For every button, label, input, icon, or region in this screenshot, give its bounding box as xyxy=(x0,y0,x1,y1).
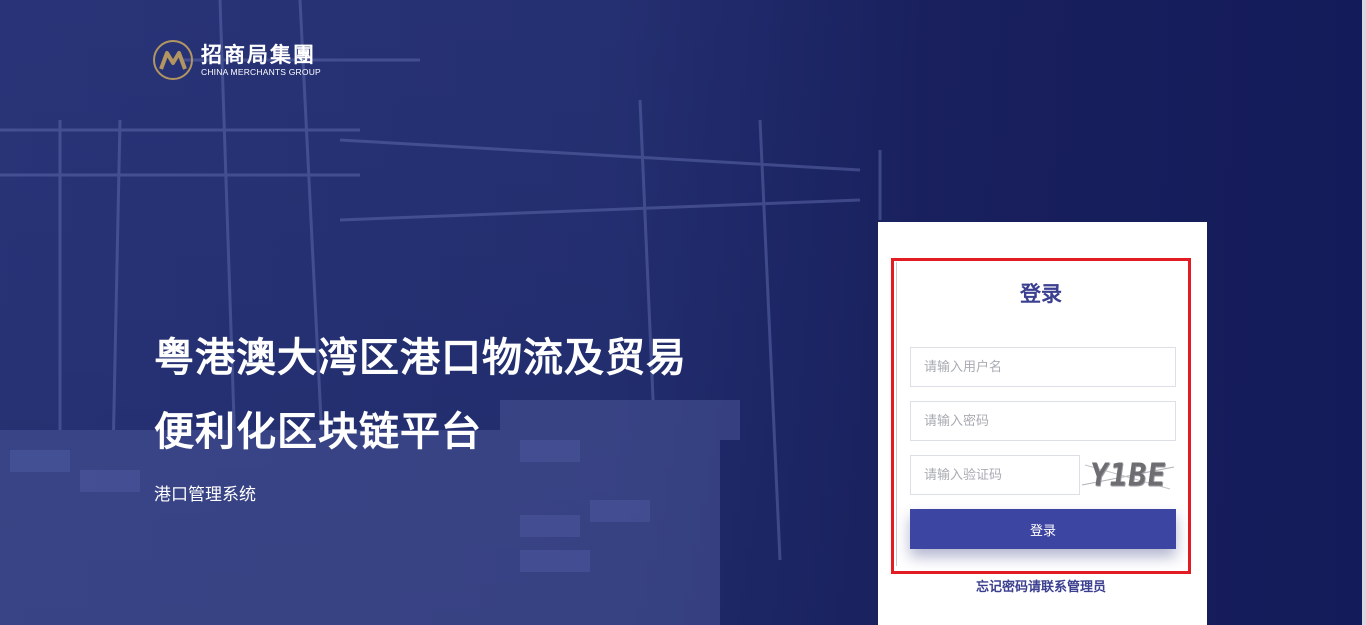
hero-subtitle: 港口管理系统 xyxy=(154,485,256,505)
captcha-input[interactable] xyxy=(910,455,1080,495)
brand-name-cn: 招商局集團 xyxy=(201,41,316,67)
hero-section: 粤港澳大湾区港口物流及贸易 便利化区块链平台 港口管理系统 xyxy=(154,330,687,505)
window-scrollbar[interactable] xyxy=(1362,0,1366,625)
china-merchants-logo-icon xyxy=(153,40,193,80)
brand-name-en: CHINA MERCHANTS GROUP xyxy=(201,66,321,77)
hero-title-line-2: 便利化区块链平台 xyxy=(154,409,482,455)
password-input[interactable] xyxy=(910,401,1176,441)
hero-title-line-1: 粤港澳大湾区港口物流及贸易 xyxy=(154,335,687,381)
brand-logo: 招商局集團 CHINA MERCHANTS GROUP xyxy=(153,40,321,80)
login-button[interactable]: 登录 xyxy=(910,509,1176,549)
forgot-password-text: 忘记密码请联系管理员 xyxy=(975,580,1106,595)
captcha-text: Y1BE xyxy=(1087,456,1169,494)
login-title: 登录 xyxy=(1020,282,1062,306)
captcha-image[interactable]: Y1BE xyxy=(1080,455,1176,495)
username-input[interactable] xyxy=(910,347,1176,387)
